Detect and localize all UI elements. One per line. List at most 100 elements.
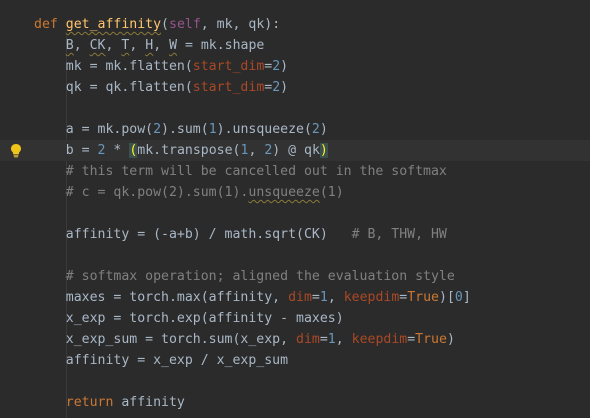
- code-token: def: [34, 17, 66, 32]
- code-token: ): [280, 80, 289, 95]
- code-token: start_dim: [192, 59, 265, 74]
- code-token: True: [415, 332, 447, 347]
- code-token: ).sum(: [161, 122, 209, 137]
- code-line[interactable]: [0, 371, 590, 392]
- code-text: x_exp = torch.exp(affinity - maxes): [34, 308, 344, 329]
- code-text: qk = qk.flatten(start_dim=2): [34, 77, 288, 98]
- code-token: = mk.shape: [177, 38, 265, 53]
- code-token: return: [65, 395, 114, 410]
- code-line[interactable]: maxes = torch.max(affinity, dim=1, keepd…: [0, 287, 590, 308]
- code-token: ]: [462, 290, 471, 305]
- code-token: ): [446, 332, 455, 347]
- code-line[interactable]: # c = qk.pow(2).sum(1).unsqueeze(1): [0, 182, 590, 203]
- code-token: x_exp = torch.exp(affinity - maxes): [34, 311, 344, 326]
- code-token: mk.transpose(: [137, 143, 241, 158]
- code-token: 1: [327, 332, 336, 347]
- code-text: affinity = (-a+b) / math.sqrt(CK) # B, T…: [34, 224, 447, 245]
- code-token: dim: [288, 290, 312, 305]
- code-token: keepdim: [351, 332, 408, 347]
- code-token: ,: [153, 38, 170, 53]
- code-token: # this term will be cancelled out in the…: [34, 164, 447, 179]
- code-token: (: [161, 17, 169, 32]
- code-text: x_exp_sum = torch.sum(x_exp, dim=1, keep…: [34, 329, 455, 350]
- code-line[interactable]: # softmax operation; aligned the evaluat…: [0, 266, 590, 287]
- code-line[interactable]: B, CK, T, H, W = mk.shape: [0, 35, 590, 56]
- code-line[interactable]: x_exp_sum = torch.sum(x_exp, dim=1, keep…: [0, 329, 590, 350]
- code-text: return affinity: [34, 392, 185, 413]
- code-token: *: [105, 143, 130, 158]
- code-token: ,: [327, 290, 344, 305]
- code-token: True: [407, 290, 439, 305]
- code-line[interactable]: [0, 203, 590, 224]
- code-token: affinity = (-a+b) / math.sqrt(CK): [34, 227, 352, 242]
- code-token: ).unsqueeze(: [216, 122, 312, 137]
- code-token: (1): [319, 185, 344, 200]
- code-token: )[: [439, 290, 455, 305]
- code-token: # softmax operation; aligned the evaluat…: [34, 269, 455, 284]
- code-token: ,: [335, 332, 352, 347]
- code-token: ): [280, 59, 289, 74]
- code-text: # softmax operation; aligned the evaluat…: [34, 266, 455, 287]
- code-text: def get_affinity(self, mk, qk):: [34, 14, 280, 35]
- code-line[interactable]: def get_affinity(self, mk, qk):: [0, 14, 590, 35]
- code-editor[interactable]: def get_affinity(self, mk, qk): B, CK, T…: [0, 0, 590, 418]
- code-token: H: [145, 38, 154, 53]
- code-token: W: [169, 38, 178, 53]
- code-token: a = mk.pow(: [34, 122, 154, 137]
- code-token: qk = qk.flatten(: [34, 80, 193, 95]
- code-line[interactable]: [0, 98, 590, 119]
- code-token: # c = qk.pow(2).sum(1).: [34, 185, 249, 200]
- code-token: ): [319, 143, 328, 158]
- code-token: 1: [319, 290, 328, 305]
- code-line[interactable]: affinity = (-a+b) / math.sqrt(CK) # B, T…: [0, 224, 590, 245]
- code-token: , mk, qk):: [200, 17, 281, 32]
- code-token: keepdim: [343, 290, 400, 305]
- code-line[interactable]: [0, 245, 590, 266]
- code-token: ) @ qk: [272, 143, 320, 158]
- code-token: =: [311, 290, 320, 305]
- code-line[interactable]: return affinity: [0, 392, 590, 413]
- code-text: B, CK, T, H, W = mk.shape: [34, 35, 265, 56]
- code-line[interactable]: mk = mk.flatten(start_dim=2): [0, 56, 590, 77]
- code-token: 2: [272, 59, 281, 74]
- code-line[interactable]: a = mk.pow(2).sum(1).unsqueeze(2): [0, 119, 590, 140]
- code-text: mk = mk.flatten(start_dim=2): [34, 56, 288, 77]
- code-token: B: [65, 38, 74, 53]
- code-token: unsqueeze: [248, 185, 320, 200]
- code-line[interactable]: b = 2 * (mk.transpose(1, 2) @ qk): [0, 140, 590, 161]
- code-token: maxes = torch.max(affinity,: [34, 290, 289, 305]
- code-token: start_dim: [192, 80, 265, 95]
- code-token: 2: [272, 80, 281, 95]
- code-text: b = 2 * (mk.transpose(1, 2) @ qk): [34, 140, 328, 161]
- code-text: affinity = x_exp / x_exp_sum: [34, 350, 288, 371]
- lightbulb-icon[interactable]: [9, 143, 23, 158]
- code-token: # B, THW, HW: [351, 227, 447, 242]
- code-token: ,: [129, 38, 146, 53]
- code-token: dim: [296, 332, 320, 347]
- code-token: affinity = x_exp / x_exp_sum: [34, 353, 289, 368]
- code-token: 2: [311, 122, 320, 137]
- code-text: # this term will be cancelled out in the…: [34, 161, 447, 182]
- code-token: =: [407, 332, 416, 347]
- code-text: # c = qk.pow(2).sum(1).unsqueeze(1): [34, 182, 344, 203]
- code-token: ,: [105, 38, 122, 53]
- code-token: 1: [208, 122, 217, 137]
- code-text: maxes = torch.max(affinity, dim=1, keepd…: [34, 287, 471, 308]
- code-token: ): [319, 122, 328, 137]
- code-token: b =: [34, 143, 98, 158]
- code-token: =: [319, 332, 328, 347]
- code-line[interactable]: qk = qk.flatten(start_dim=2): [0, 77, 590, 98]
- code-line[interactable]: x_exp = torch.exp(affinity - maxes): [0, 308, 590, 329]
- code-token: ,: [73, 38, 90, 53]
- code-line[interactable]: # this term will be cancelled out in the…: [0, 161, 590, 182]
- code-line[interactable]: affinity = x_exp / x_exp_sum: [0, 350, 590, 371]
- code-token: affinity: [113, 395, 185, 410]
- code-text: a = mk.pow(2).sum(1).unsqueeze(2): [34, 119, 328, 140]
- code-token: self: [169, 17, 201, 32]
- code-token: CK: [89, 38, 106, 53]
- code-token: 0: [454, 290, 463, 305]
- code-token: mk = mk.flatten(: [34, 59, 193, 74]
- code-token: get_affinity: [65, 17, 162, 32]
